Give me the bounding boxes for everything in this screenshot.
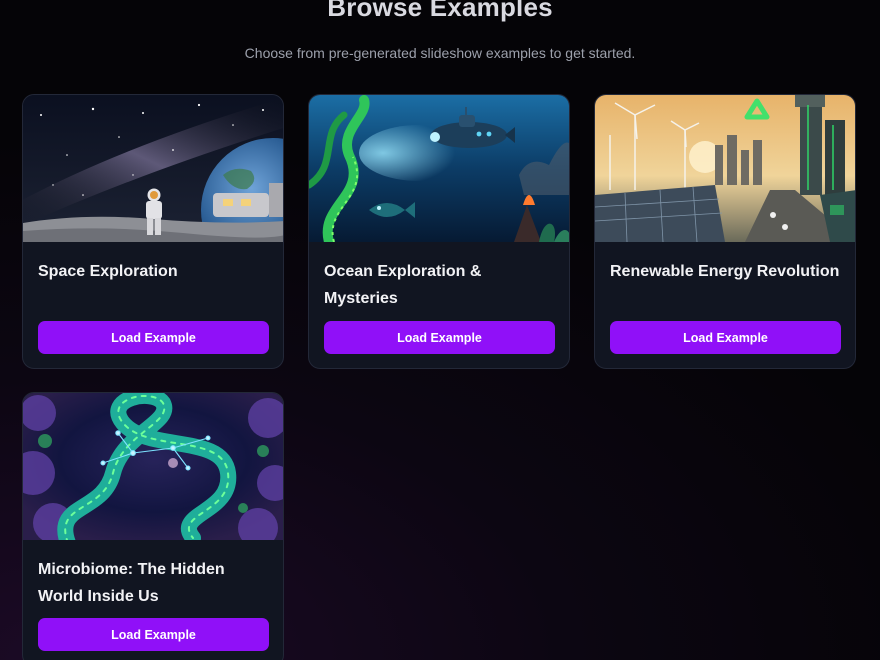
- load-example-button[interactable]: Load Example: [610, 321, 841, 354]
- example-card-ocean: Ocean Exploration & Mysteries Load Examp…: [308, 94, 570, 369]
- load-example-button[interactable]: Load Example: [324, 321, 555, 354]
- card-image-energy: [595, 95, 855, 242]
- example-card-microbiome: Microbiome: The Hidden World Inside Us L…: [22, 392, 284, 660]
- example-card-space: Space Exploration Load Example: [22, 94, 284, 369]
- card-title: Microbiome: The Hidden World Inside Us: [38, 561, 225, 605]
- card-image-ocean: [309, 95, 569, 242]
- card-image-microbiome: [23, 393, 283, 540]
- example-card-energy: Renewable Energy Revolution Load Example: [594, 94, 856, 369]
- page-title: Browse Examples: [327, 0, 553, 22]
- page-subtitle: Choose from pre-generated slideshow exam…: [244, 45, 636, 61]
- load-example-button[interactable]: Load Example: [38, 321, 269, 354]
- card-title: Ocean Exploration & Mysteries: [324, 263, 482, 307]
- card-image-space: [23, 95, 283, 242]
- card-title: Space Exploration: [38, 263, 178, 280]
- card-title: Renewable Energy Revolution: [610, 263, 840, 280]
- load-example-button[interactable]: Load Example: [38, 618, 269, 651]
